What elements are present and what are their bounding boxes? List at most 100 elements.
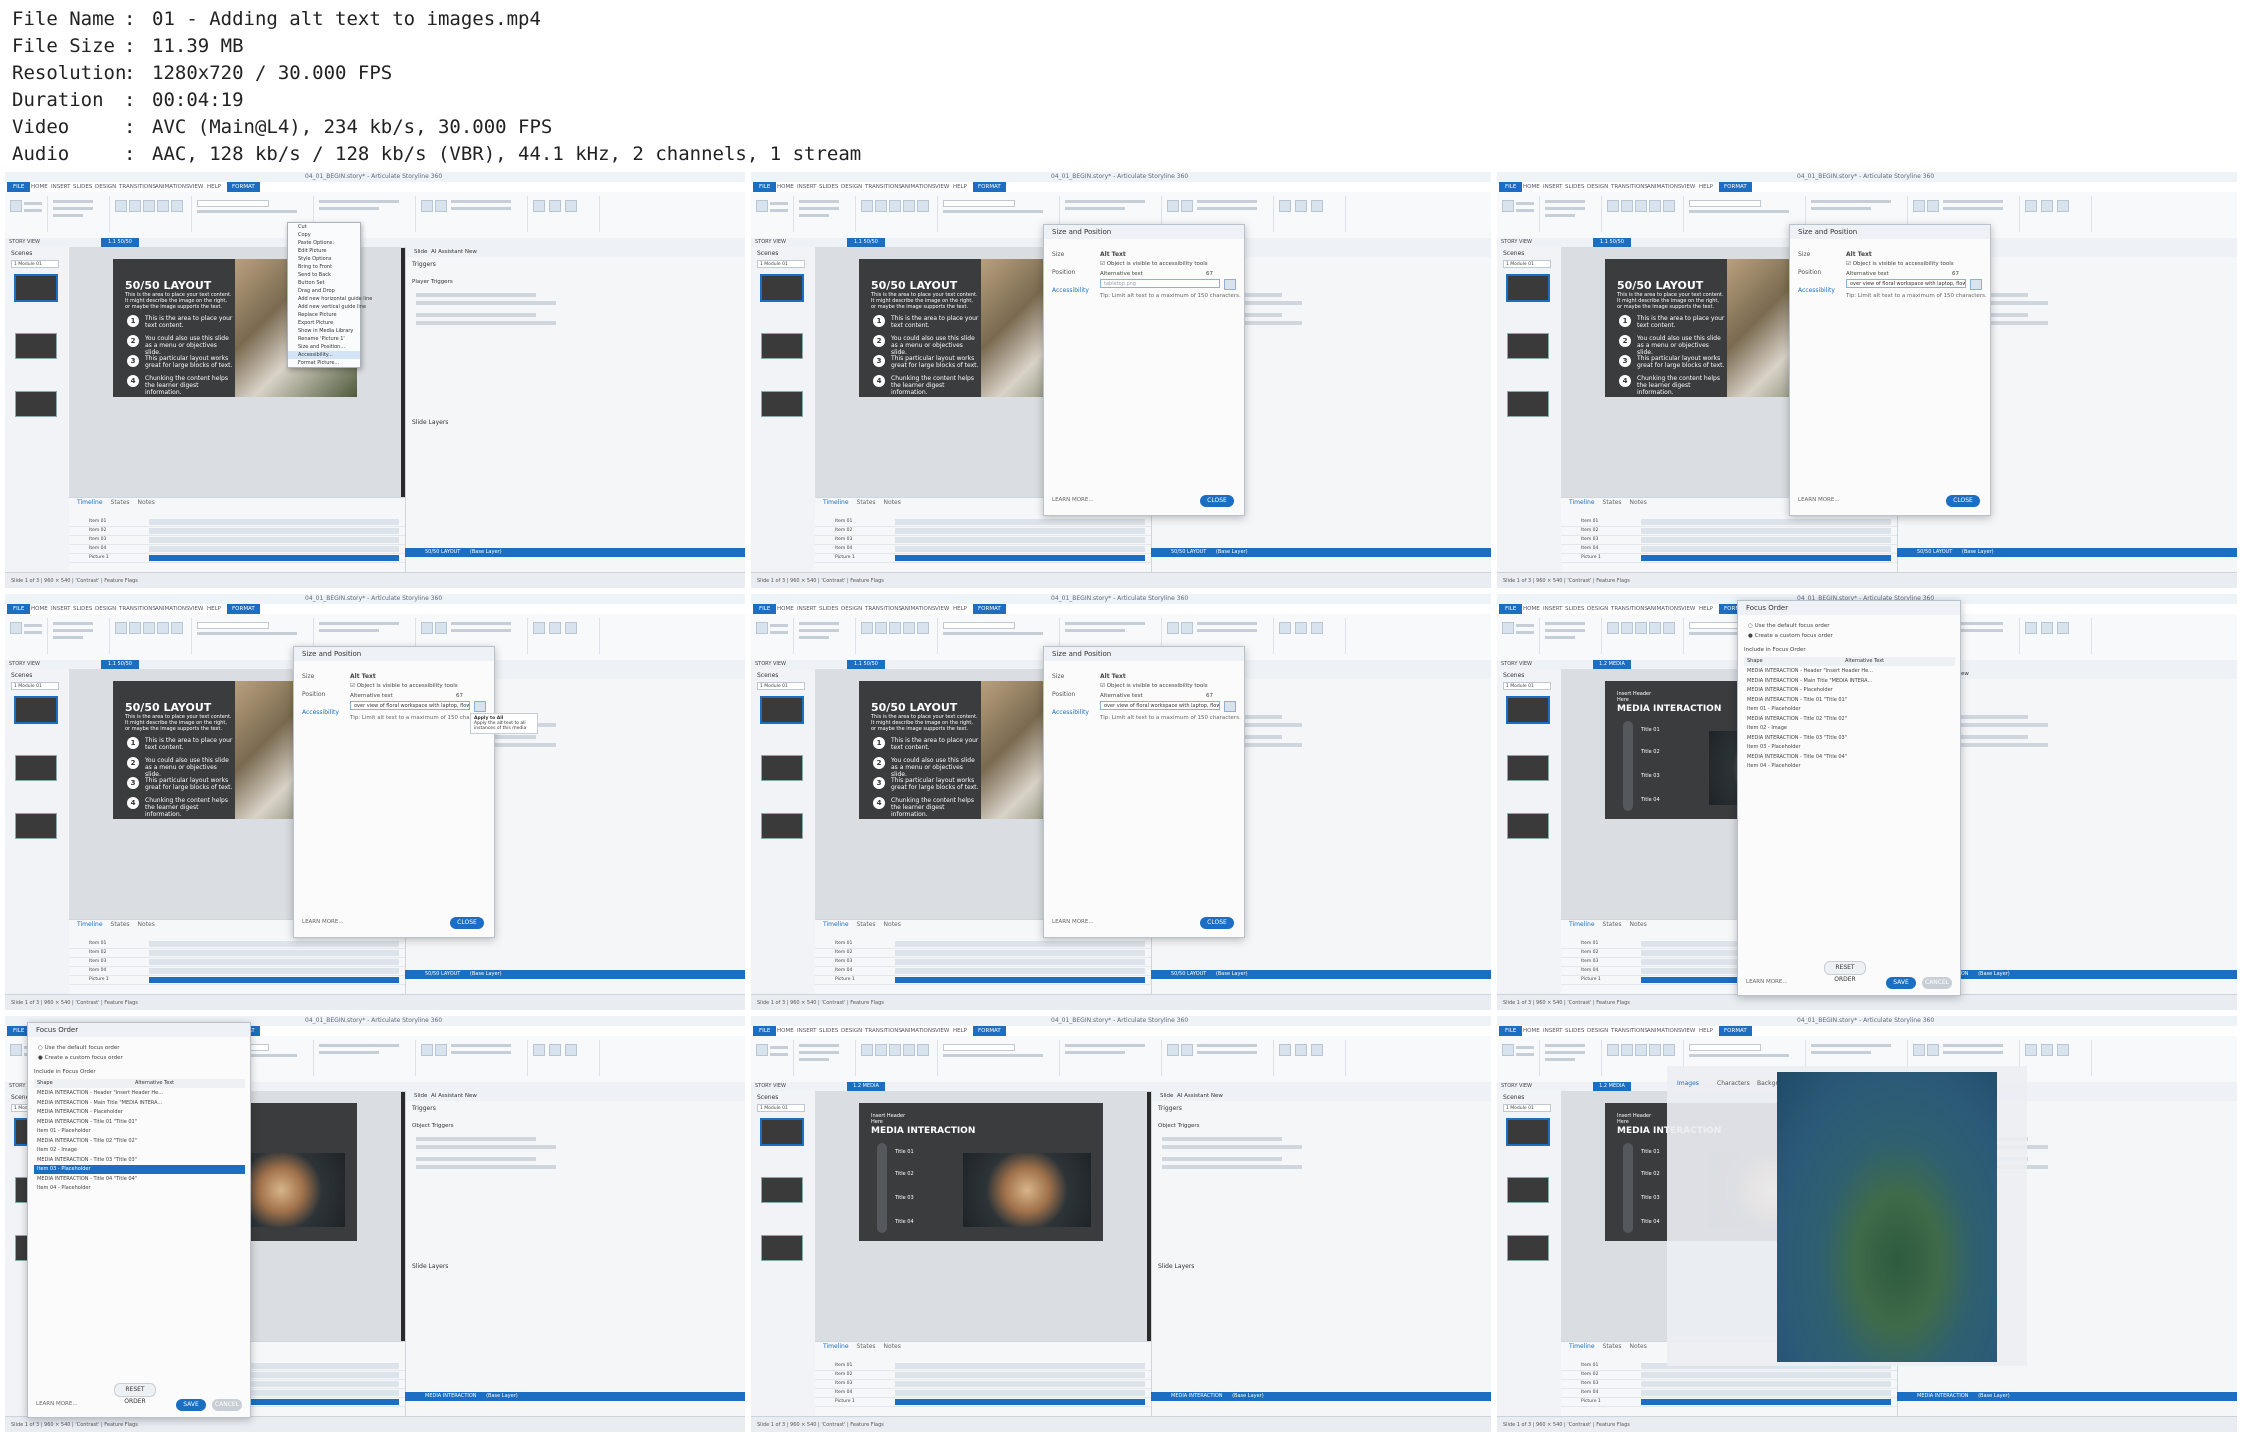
tab-states[interactable]: States <box>1603 1343 1622 1350</box>
timeline-row[interactable]: Item 03 <box>69 958 405 967</box>
tab-ai-assistant[interactable]: AI Assistant <box>431 1093 463 1099</box>
tab-design[interactable]: DESIGN <box>841 604 862 614</box>
timeline-row[interactable]: Item 01 <box>69 940 405 949</box>
base-layer-row[interactable]: MEDIA INTERACTION (Base Layer) <box>1897 1392 2237 1401</box>
tab-states[interactable]: States <box>111 921 130 928</box>
base-layer-row[interactable]: 50/50 LAYOUT (Base Layer) <box>405 970 745 979</box>
paste-icon[interactable] <box>1502 200 1514 212</box>
close-button[interactable]: CLOSE <box>1946 495 1980 507</box>
tab-design[interactable]: DESIGN <box>841 182 862 192</box>
insert-shape-icon[interactable] <box>875 200 887 212</box>
slide-thumbnail[interactable] <box>15 697 57 723</box>
slide-thumbnail[interactable] <box>761 333 803 359</box>
slide-tab[interactable]: 1.2 MEDIA INT... <box>847 1082 885 1098</box>
timeline-bar[interactable] <box>895 1363 1145 1369</box>
insert-image-icon[interactable] <box>1635 200 1647 212</box>
tab-transitions[interactable]: TRANSITIONS <box>865 1026 902 1036</box>
insert-audio-icon[interactable] <box>171 622 183 634</box>
nav-accessibility[interactable]: Accessibility <box>302 709 339 716</box>
visible-checkbox[interactable]: ☑ Object is visible to accessibility too… <box>1100 683 1208 689</box>
publish-icon[interactable] <box>565 622 577 634</box>
publish-icon[interactable] <box>1311 1044 1323 1056</box>
insert-shape-icon[interactable] <box>1621 622 1633 634</box>
focus-order-row[interactable]: Item 04 - Placeholder <box>34 1184 245 1193</box>
tab-help[interactable]: HELP <box>1699 604 1713 614</box>
focus-order-row[interactable]: MEDIA INTERACTION - Title 03 "Title 03" <box>1744 734 1955 743</box>
tab-timeline[interactable]: Timeline <box>1569 921 1595 928</box>
trigger-row[interactable] <box>1162 1145 1302 1149</box>
tab-timeline[interactable]: Timeline <box>823 921 849 928</box>
scene-select[interactable]: 1 Module 01 <box>11 260 59 268</box>
context-menu-item[interactable]: Edit Picture <box>288 247 360 255</box>
font-select[interactable] <box>197 200 269 207</box>
publish-icon[interactable] <box>565 1044 577 1056</box>
timeline-row[interactable]: Item 01 <box>815 518 1151 527</box>
story-view-tab[interactable]: STORY VIEW <box>755 1082 786 1091</box>
item-title[interactable]: Title 01 <box>1641 1149 1660 1155</box>
timeline-bar[interactable] <box>895 519 1145 525</box>
insert-text-icon[interactable] <box>861 1044 873 1056</box>
insert-text-icon[interactable] <box>115 200 127 212</box>
tab-slides[interactable]: SLIDES <box>1565 1026 1584 1036</box>
visible-checkbox[interactable]: ☑ Object is visible to accessibility too… <box>1846 261 1954 267</box>
item-title[interactable]: Title 01 <box>895 1149 914 1155</box>
preview-icon[interactable] <box>549 1044 561 1056</box>
insert-shape-icon[interactable] <box>875 622 887 634</box>
tab-notes[interactable]: Notes <box>1630 1343 1647 1350</box>
timeline-bar[interactable] <box>895 1399 1145 1405</box>
trigger-row[interactable] <box>1162 1137 1282 1141</box>
timeline-bar[interactable] <box>149 941 399 947</box>
paste-icon[interactable] <box>1502 622 1514 634</box>
timeline-bar[interactable] <box>895 941 1145 947</box>
timeline-row[interactable]: Item 04 <box>815 967 1151 976</box>
slide-thumbnail[interactable] <box>1507 333 1549 359</box>
slide-thumbnail[interactable] <box>1507 1235 1549 1261</box>
tab-transitions[interactable]: TRANSITIONS <box>119 182 156 192</box>
learn-more-link[interactable]: LEARN MORE... <box>1052 497 1094 503</box>
timeline-bar[interactable] <box>895 555 1145 561</box>
nav-size[interactable]: Size <box>1052 673 1064 680</box>
preview-icon[interactable] <box>1295 200 1307 212</box>
timeline-bar[interactable] <box>1641 537 1891 543</box>
slide-thumbnail[interactable] <box>761 391 803 417</box>
custom-focus-radio[interactable]: ● Create a custom focus order <box>1748 633 1833 639</box>
focus-order-row[interactable]: MEDIA INTERACTION - Placeholder <box>34 1108 245 1117</box>
arrange-icon[interactable] <box>1167 622 1179 634</box>
preview-icon[interactable] <box>549 622 561 634</box>
timeline-bar[interactable] <box>1641 555 1891 561</box>
tab-ai-assistant[interactable]: AI Assistant <box>431 249 463 255</box>
apply-to-all-icon[interactable] <box>1224 279 1236 290</box>
story-view-tab[interactable]: STORY VIEW <box>9 238 40 247</box>
slide-thumbnail[interactable] <box>15 333 57 359</box>
tab-format[interactable]: FORMAT <box>973 1026 1006 1036</box>
trigger-row[interactable] <box>416 293 536 297</box>
tab-transitions[interactable]: TRANSITIONS <box>1611 182 1648 192</box>
story-view-tab[interactable]: STORY VIEW <box>1501 1082 1532 1091</box>
slide-tab[interactable]: 1.1 50/50 LAY... <box>1593 238 1631 254</box>
context-menu-item[interactable]: Style Options <box>288 255 360 263</box>
tab-notes[interactable]: Notes <box>1630 499 1647 506</box>
nav-accessibility[interactable]: Accessibility <box>1052 287 1089 294</box>
timeline-row[interactable]: Picture 1 <box>1561 554 1897 563</box>
focus-order-row[interactable]: Item 02 - Image <box>34 1146 245 1155</box>
timeline-row[interactable]: Item 04 <box>1561 545 1897 554</box>
cancel-button[interactable]: CANCEL <box>212 1399 242 1411</box>
slide-thumbnail[interactable] <box>15 391 57 417</box>
tab-help[interactable]: HELP <box>207 182 221 192</box>
slide-thumbnail[interactable] <box>761 813 803 839</box>
preview-icon[interactable] <box>2041 622 2053 634</box>
timeline-bar[interactable] <box>895 950 1145 956</box>
timeline-bar[interactable] <box>1641 546 1891 552</box>
tab-animations[interactable]: ANIMATIONS <box>901 182 936 192</box>
player-icon[interactable] <box>2025 1044 2037 1056</box>
focus-order-row[interactable]: Item 01 - Placeholder <box>34 1127 245 1136</box>
close-button[interactable]: CLOSE <box>1200 495 1234 507</box>
slide-thumbnail[interactable] <box>1507 1119 1549 1145</box>
alt-text-input[interactable]: over view of floral workspace with lapto… <box>350 701 470 710</box>
timeline-bar[interactable] <box>1641 1399 1891 1405</box>
tab-timeline[interactable]: Timeline <box>77 921 103 928</box>
tab-states[interactable]: States <box>1603 499 1622 506</box>
font-select[interactable] <box>943 622 1015 629</box>
insert-text-icon[interactable] <box>1607 622 1619 634</box>
item-title[interactable]: Title 04 <box>1641 1219 1660 1225</box>
